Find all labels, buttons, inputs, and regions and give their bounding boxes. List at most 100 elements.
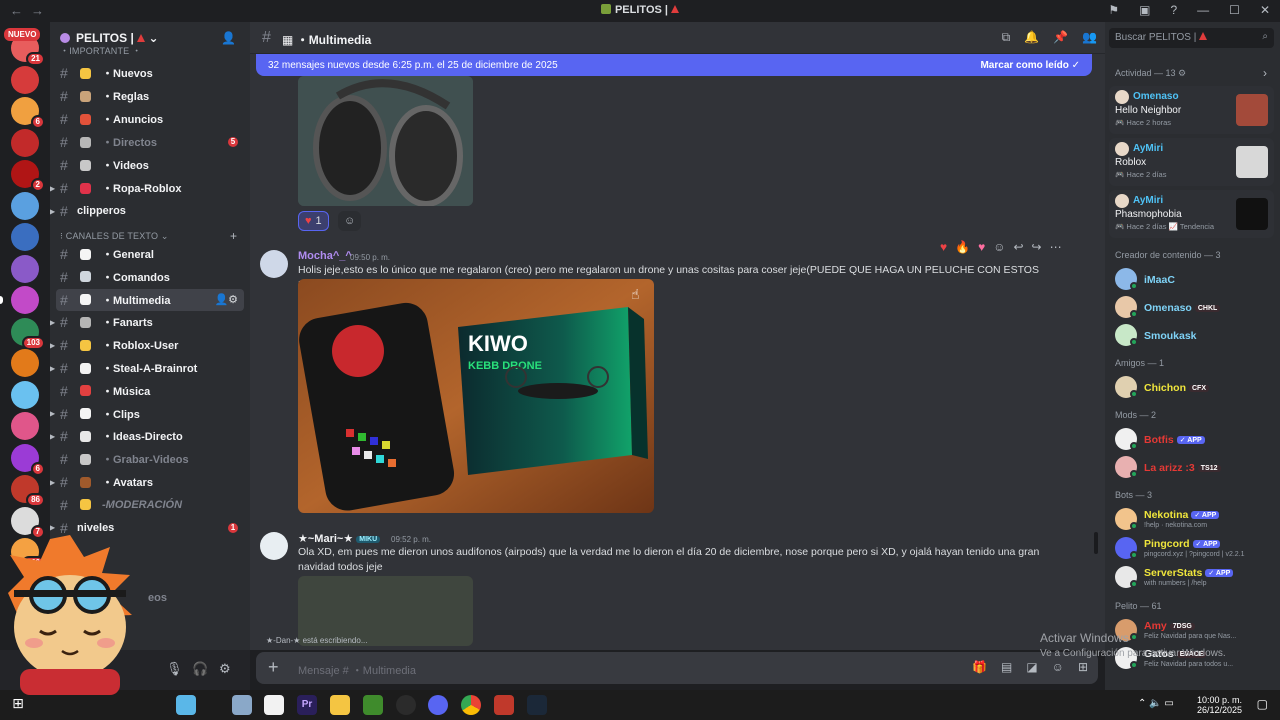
channel-item[interactable]: # ▶ ・Avatars [50, 471, 250, 493]
new-messages-banner[interactable]: 32 mensajes nuevos desde 6:25 p.m. el 25… [256, 54, 1092, 76]
avatar[interactable] [260, 532, 288, 560]
sticker-icon[interactable]: ◪ [1026, 660, 1037, 674]
member-item[interactable]: Chichon CFX [1115, 374, 1275, 402]
file-explorer-icon[interactable] [330, 695, 350, 715]
help-icon[interactable]: ? [1170, 3, 1177, 17]
inbox-icon[interactable]: ⚑ [1108, 3, 1119, 17]
tray-icons[interactable]: ⌃ 🔈 ▭ [1138, 698, 1174, 709]
channel-item-active[interactable]: # ・Multimedia 👤⚙ [56, 288, 244, 311]
expand-arrow-icon[interactable]: ▶ [50, 523, 55, 532]
server-icon[interactable] [11, 128, 39, 157]
notifications-icon[interactable]: ▢ [1257, 697, 1268, 711]
heart-reaction-icon[interactable]: ♥ [940, 240, 947, 254]
heart-reaction[interactable]: ♥ 1 [298, 211, 329, 231]
maximize-button[interactable]: ☐ [1229, 3, 1240, 17]
server-icon[interactable]: 86 [11, 475, 45, 507]
channel-item[interactable]: # -MODERACIÓN [50, 494, 250, 516]
message-composer[interactable]: + Mensaje # ・Multimedia 🎁 ▤ ◪ ☺ ⊞ [256, 652, 1098, 684]
chevron-right-icon[interactable]: › [1263, 66, 1267, 80]
channel-item[interactable]: # ・Música [50, 380, 250, 402]
close-button[interactable]: ✕ [1260, 3, 1270, 17]
steam-icon[interactable] [527, 695, 547, 715]
expand-arrow-icon[interactable]: ▶ [50, 318, 55, 327]
channel-item[interactable]: # ・Anuncios [50, 108, 250, 130]
server-icon[interactable] [11, 380, 39, 409]
expand-arrow-icon[interactable]: ▶ [50, 478, 55, 487]
settings-gear-icon[interactable]: ⚙ [219, 661, 231, 677]
message-author[interactable]: Mocha^_^ [298, 250, 352, 262]
add-user-icon[interactable]: 👤 [221, 31, 236, 45]
channel-item[interactable]: # ・Videos [50, 154, 250, 176]
channel-item[interactable]: # ▶ ・Fanarts [50, 311, 250, 333]
channel-item[interactable]: # ・Nuevos [50, 62, 250, 84]
server-icon[interactable] [0, 286, 39, 314]
add-reaction-icon[interactable]: ☺ [993, 240, 1005, 254]
minecraft-icon[interactable] [363, 695, 383, 715]
server-icon[interactable]: 2 [11, 160, 45, 192]
windows-start-icon[interactable]: ⊞ [8, 695, 28, 715]
microphone-icon[interactable]: 🎙 [166, 661, 183, 677]
channel-item[interactable]: # ▶ ・Roblox-User [50, 334, 250, 356]
expand-arrow-icon[interactable]: ▶ [50, 207, 55, 216]
member-item[interactable]: Omenaso CHKL [1115, 294, 1275, 322]
emoji-icon[interactable]: ☺ [1052, 660, 1064, 674]
channel-item[interactable]: # ▶ ・Clips [50, 403, 250, 425]
expand-arrow-icon[interactable]: ▶ [50, 432, 55, 441]
taskbar-clock[interactable]: 10:00 p. m. 26/12/2025 [1197, 695, 1242, 715]
channel-item[interactable]: # ▶ clipperos [50, 200, 250, 222]
more-options-icon[interactable]: ⋯ [1050, 240, 1062, 254]
server-icon[interactable]: 7 [11, 506, 45, 539]
server-icon[interactable] [11, 412, 39, 440]
channel-item[interactable]: # ・Reglas [50, 85, 250, 107]
member-item[interactable]: Botfis ✓ APP [1115, 426, 1275, 454]
member-item[interactable]: La arizz :3 TS12 [1115, 454, 1275, 482]
message-author[interactable]: ★~Mari~★ MIKU [298, 532, 381, 545]
channel-settings-icon[interactable]: 👤⚙ [214, 293, 238, 306]
activity-card[interactable]: Omenaso Hello Neighbor 🎮 Hace 2 horas [1109, 86, 1274, 134]
expand-arrow-icon[interactable]: ▶ [50, 341, 55, 350]
apps-icon[interactable]: ⊞ [1078, 660, 1088, 674]
avatar[interactable] [260, 250, 288, 278]
taskbar-app-icon[interactable] [232, 695, 252, 715]
search-input[interactable]: Buscar PELITOS | ⌕ [1109, 28, 1274, 48]
bell-icon[interactable]: 🔔 [1024, 30, 1039, 45]
channel-item[interactable]: # ▶ ・Ropa-Roblox [50, 177, 250, 199]
discord-icon[interactable] [428, 695, 448, 715]
server-icon[interactable] [11, 223, 39, 251]
activity-card[interactable]: AyMiri Roblox 🎮 Hace 2 días [1109, 138, 1274, 186]
minimize-button[interactable]: — [1197, 3, 1209, 17]
pin-icon[interactable]: 📌 [1053, 30, 1068, 45]
channel-item[interactable]: # ▶ ・Ideas-Directo [50, 425, 250, 447]
drone-photo[interactable]: KIWO KEBB DRONE [298, 279, 654, 513]
forward-icon[interactable]: ↪ [1032, 240, 1042, 254]
obs-icon[interactable] [396, 695, 416, 715]
server-icon[interactable] [11, 254, 39, 283]
premiere-icon[interactable]: Pr [297, 695, 317, 715]
member-item[interactable]: Pingcord ✓ APP pingcord.xyz | ?pingcord | … [1115, 535, 1275, 563]
headphones-photo[interactable] [298, 76, 473, 206]
activity-card[interactable]: AyMiri Phasmophobia 🎮 Hace 2 días 📈 Tenden… [1109, 190, 1274, 238]
channel-item[interactable]: # ・Directos 5 [50, 131, 250, 153]
server-icon[interactable]: 103 [11, 317, 45, 350]
channel-item[interactable]: # ・Grabar-Videos [50, 448, 250, 470]
headphones-icon[interactable]: 🎧 [192, 661, 208, 677]
composer-placeholder[interactable]: Mensaje # ・Multimedia [298, 662, 416, 678]
fire-reaction-icon[interactable]: 🔥 [955, 240, 970, 254]
channel-item[interactable]: # ・General [50, 243, 250, 265]
gift-icon[interactable]: 🎁 [972, 660, 987, 674]
add-reaction-button[interactable]: ☺ [338, 211, 362, 231]
member-item[interactable]: Smoukask [1115, 322, 1275, 350]
members-icon[interactable]: 👥 [1082, 30, 1097, 45]
gif-icon[interactable]: ▤ [1001, 660, 1012, 674]
category-header[interactable]: ⁝ CANALES DE TEXTO ⌄ + [60, 229, 237, 243]
pink-heart-reaction-icon[interactable]: ♥ [978, 240, 985, 254]
chrome-icon[interactable] [461, 695, 481, 715]
channel-item[interactable]: # ・Comandos [50, 266, 250, 288]
channel-item[interactable]: # ▶ ・Steal-A-Brainrot [50, 357, 250, 379]
attach-plus-icon[interactable]: + [268, 657, 279, 678]
reply-icon[interactable]: ↩ [1013, 240, 1023, 254]
notepad-icon[interactable] [264, 695, 284, 715]
member-item[interactable]: Nekotina ✓ APP !help · nekotina.com [1115, 506, 1275, 534]
member-item[interactable]: ServerStats ✓ APP with numbers | /help [1115, 564, 1275, 592]
screen-icon[interactable]: ▣ [1139, 3, 1150, 17]
